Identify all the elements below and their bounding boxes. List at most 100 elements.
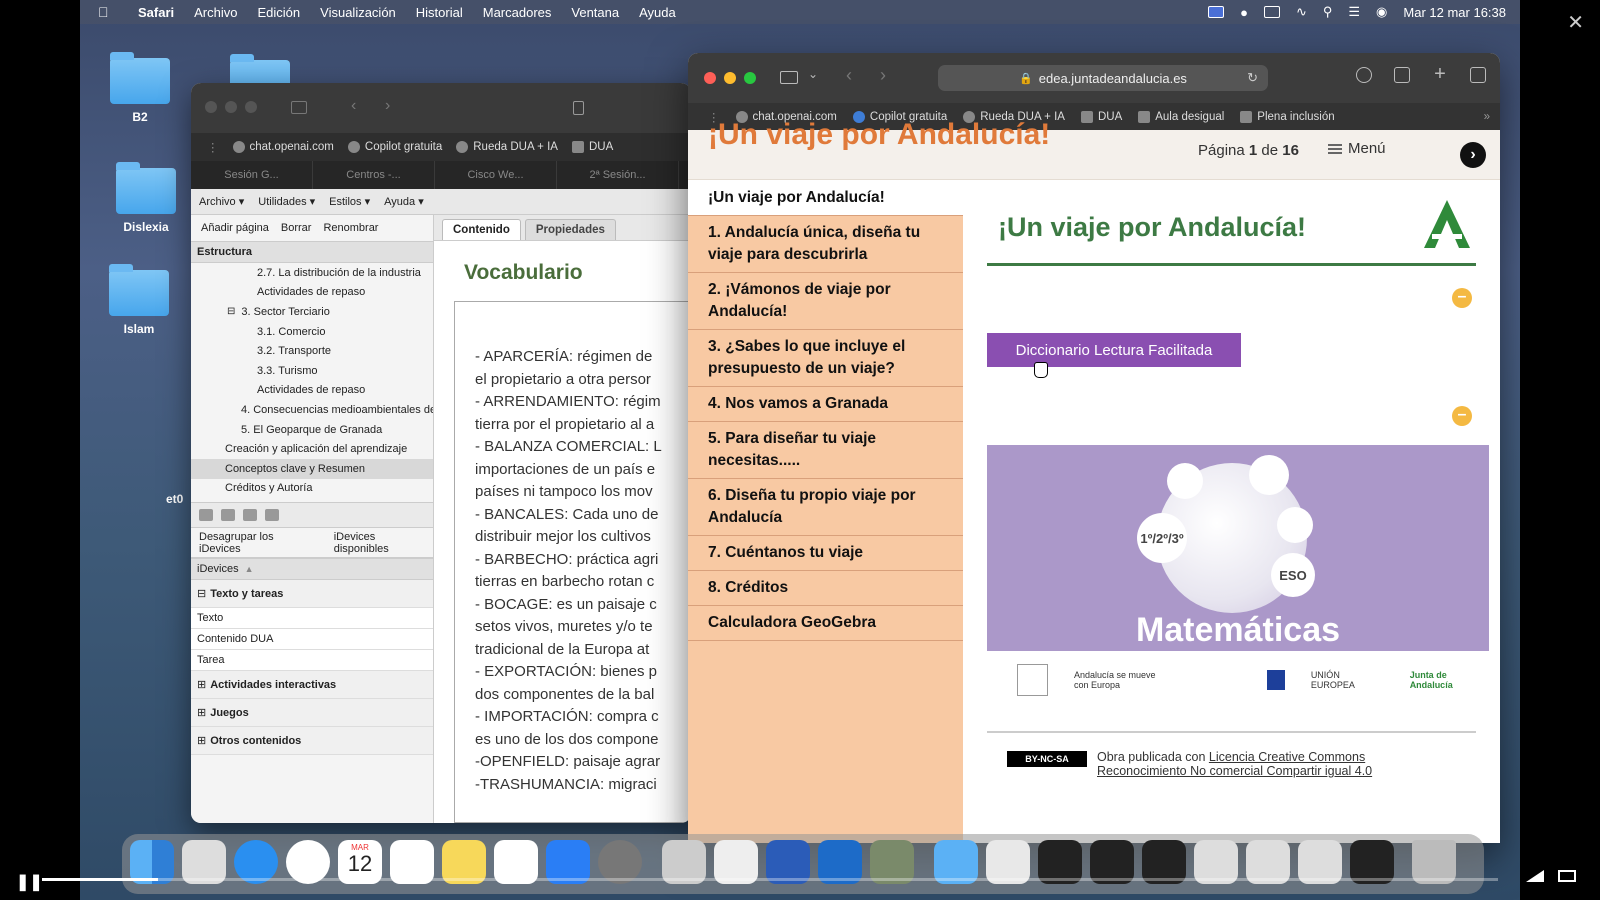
back-icon[interactable]: ‹ (351, 97, 356, 115)
nav-item[interactable]: 3. ¿Sabes lo que incluye el presupuesto … (688, 330, 963, 387)
tree-item[interactable]: 2.7. La distribución de la industria (191, 263, 433, 283)
minimize-dot-icon[interactable] (724, 72, 736, 84)
idevices-heading[interactable]: iDevices ▲ (191, 558, 433, 581)
desktop-folder-b2[interactable]: B2 (100, 52, 180, 124)
idevice-item[interactable]: Texto (191, 608, 433, 630)
idevice-group[interactable]: ⊟ Texto y tareas (191, 580, 433, 609)
tabs-overview-icon[interactable] (1470, 67, 1486, 83)
menu-ventana[interactable]: Ventana (571, 5, 619, 20)
sort-up-icon[interactable]: ▲ (245, 564, 254, 574)
tree-item[interactable]: Actividades de repaso (191, 283, 433, 303)
download-icon[interactable] (1356, 67, 1372, 83)
new-tab-icon[interactable]: + (1432, 64, 1448, 84)
add-page-button[interactable]: Añadir página (201, 222, 269, 234)
cc-badge-icon[interactable]: BY-NC-SA (1007, 751, 1087, 767)
idevice-item[interactable]: Tarea (191, 650, 433, 672)
siri-icon[interactable]: ◉ (1376, 4, 1387, 20)
close-icon[interactable]: ✕ (1567, 10, 1584, 35)
tab[interactable]: Cisco We... (435, 161, 557, 189)
idevice-item[interactable]: Contenido DUA (191, 629, 433, 651)
tree-item[interactable]: Creación y aplicación del aprendizaje (191, 439, 433, 459)
pip-icon[interactable] (1558, 870, 1576, 882)
search-icon[interactable]: ⚲ (1323, 4, 1333, 20)
idevice-group[interactable]: ⊞ Juegos (191, 699, 433, 728)
nav-item[interactable]: 4. Nos vamos a Granada (688, 387, 963, 422)
battery-icon[interactable] (1263, 6, 1280, 18)
tab-contenido[interactable]: Contenido (442, 219, 521, 240)
menu-edicion[interactable]: Edición (258, 5, 301, 20)
available-idevices-button[interactable]: iDevices disponibles (334, 531, 433, 555)
menu-safari[interactable]: Safari (138, 5, 174, 20)
grid-icon[interactable]: ⋮ (207, 140, 219, 154)
bookmark-folder[interactable]: Plena inclusión (1240, 110, 1335, 123)
zoom-dot-icon[interactable] (744, 72, 756, 84)
tree-item[interactable]: 3.2. Transporte (191, 341, 433, 361)
tab[interactable]: 2ª Sesión... (557, 161, 679, 189)
forward-icon[interactable]: › (880, 65, 886, 86)
move-down-icon[interactable] (265, 509, 279, 522)
menu-visualizacion[interactable]: Visualización (320, 5, 396, 20)
tree-item[interactable]: ⊟ 3. Sector Terciario (191, 302, 433, 322)
exe-menu-ayuda[interactable]: Ayuda ▾ (384, 195, 424, 208)
next-page-button[interactable]: › (1460, 142, 1486, 168)
bookmark-folder[interactable]: Aula desigual (1138, 110, 1224, 123)
nav-item[interactable]: 5. Para diseñar tu viaje necesitas..... (688, 422, 963, 479)
zoom-dot-icon[interactable] (245, 101, 257, 113)
minimize-dot-icon[interactable] (225, 101, 237, 113)
collapse-toggle-icon[interactable]: – (1452, 406, 1472, 426)
tree-item[interactable]: Actividades de repaso (191, 381, 433, 401)
desktop-folder-dislexia[interactable]: Dislexia (106, 162, 186, 234)
license-link[interactable]: Reconocimiento No comercial Compartir ig… (1097, 764, 1372, 778)
forward-icon[interactable]: › (385, 97, 390, 115)
video-progress-bar[interactable] (42, 878, 1498, 881)
bookmark-folder[interactable]: DUA (571, 141, 613, 153)
exe-menu-utilidades[interactable]: Utilidades ▾ (258, 195, 315, 208)
nav-item[interactable]: 8. Créditos (688, 571, 963, 606)
apple-icon[interactable]:  (98, 4, 118, 20)
nav-item[interactable]: 6. Diseña tu propio viaje por Andalucía (688, 479, 963, 536)
control-center-icon[interactable]: ☰ (1348, 4, 1360, 20)
volume-icon[interactable] (1526, 870, 1544, 882)
close-dot-icon[interactable] (704, 72, 716, 84)
sidebar-icon[interactable] (291, 101, 307, 114)
expand-icon[interactable]: ⊞ (197, 734, 206, 747)
wifi-icon[interactable]: ∿ (1296, 4, 1307, 20)
chevron-down-icon[interactable]: ⌄ (808, 67, 818, 81)
share-icon[interactable] (1394, 67, 1410, 83)
more-bookmarks-icon[interactable]: » (1484, 111, 1490, 123)
bookmark-folder[interactable]: DUA (1080, 110, 1122, 123)
nav-item[interactable]: 7. Cuéntanos tu viaje (688, 536, 963, 571)
reader-icon[interactable] (573, 101, 584, 115)
tab[interactable]: Sesión G... (191, 161, 313, 189)
collapse-icon[interactable]: ⊟ (197, 587, 206, 600)
pause-icon[interactable]: ❚❚ (16, 872, 43, 892)
nav-item-home[interactable]: ¡Un viaje por Andalucía! (688, 180, 963, 216)
tree-item-selected[interactable]: Conceptos clave y Resumen (191, 458, 433, 479)
collapse-toggle-icon[interactable]: – (1452, 288, 1472, 308)
expand-icon[interactable]: ⊞ (197, 706, 206, 719)
tree-item[interactable]: 5. El Geoparque de Granada (191, 420, 433, 440)
menu-marcadores[interactable]: Marcadores (483, 5, 552, 20)
rename-button[interactable]: Renombrar (323, 222, 378, 234)
nav-item[interactable]: 1. Andalucía única, diseña tu viaje para… (688, 216, 963, 273)
menu-toggle[interactable]: Menú (1328, 140, 1386, 157)
bookmark[interactable]: Rueda DUA + IA (456, 141, 558, 153)
desktop-folder-islam[interactable]: Islam (99, 264, 179, 336)
license-link[interactable]: Licencia Creative Commons (1209, 750, 1365, 764)
nav-item[interactable]: Calculadora GeoGebra (688, 606, 963, 641)
bookmark[interactable]: Copilot gratuita (347, 141, 442, 153)
tab-propiedades[interactable]: Propiedades (524, 219, 616, 240)
collapse-icon[interactable]: ⊟ (227, 306, 235, 317)
tab[interactable]: Centros -... (313, 161, 435, 189)
move-left-icon[interactable] (199, 509, 213, 522)
ungroup-idevices-button[interactable]: Desagrupar los iDevices (199, 531, 318, 555)
menu-archivo[interactable]: Archivo (194, 5, 237, 20)
nav-item[interactable]: 2. ¡Vámonos de viaje por Andalucía! (688, 273, 963, 330)
tree-item[interactable]: Créditos y Autoría (191, 479, 433, 499)
delete-button[interactable]: Borrar (281, 222, 312, 234)
move-up-icon[interactable] (243, 509, 257, 522)
move-right-icon[interactable] (221, 509, 235, 522)
close-dot-icon[interactable] (205, 101, 217, 113)
user-icon[interactable]: ● (1240, 5, 1248, 20)
tree-item[interactable]: 3.1. Comercio (191, 322, 433, 342)
